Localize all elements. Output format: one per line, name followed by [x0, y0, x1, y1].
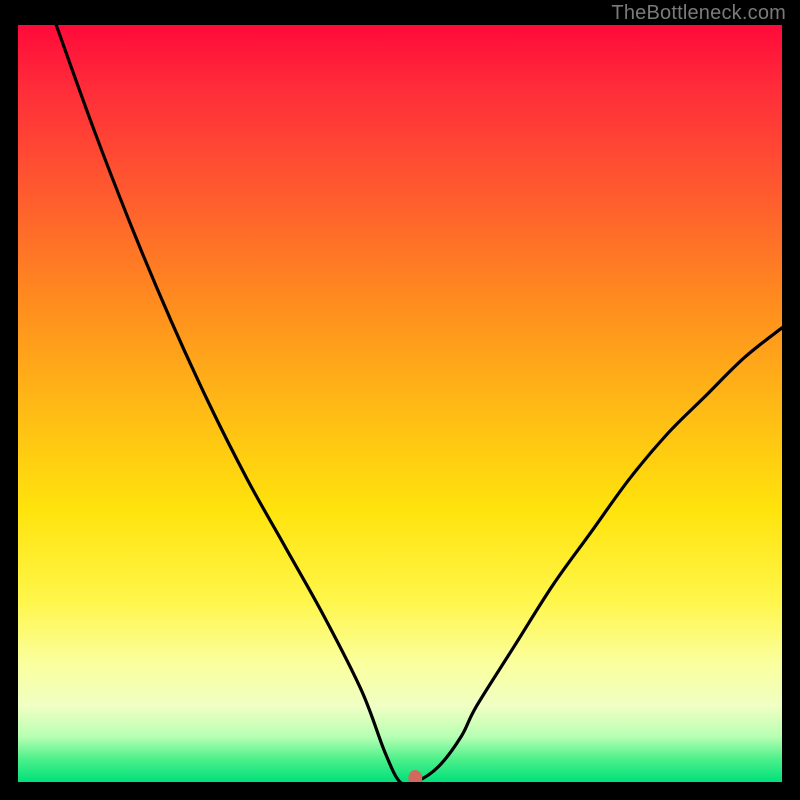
bottleneck-curve-path [56, 25, 782, 782]
curve-svg [18, 25, 782, 782]
watermark-text: TheBottleneck.com [611, 2, 786, 25]
minimum-marker [408, 770, 422, 782]
chart-frame: TheBottleneck.com [0, 0, 800, 800]
plot-area [18, 25, 782, 782]
